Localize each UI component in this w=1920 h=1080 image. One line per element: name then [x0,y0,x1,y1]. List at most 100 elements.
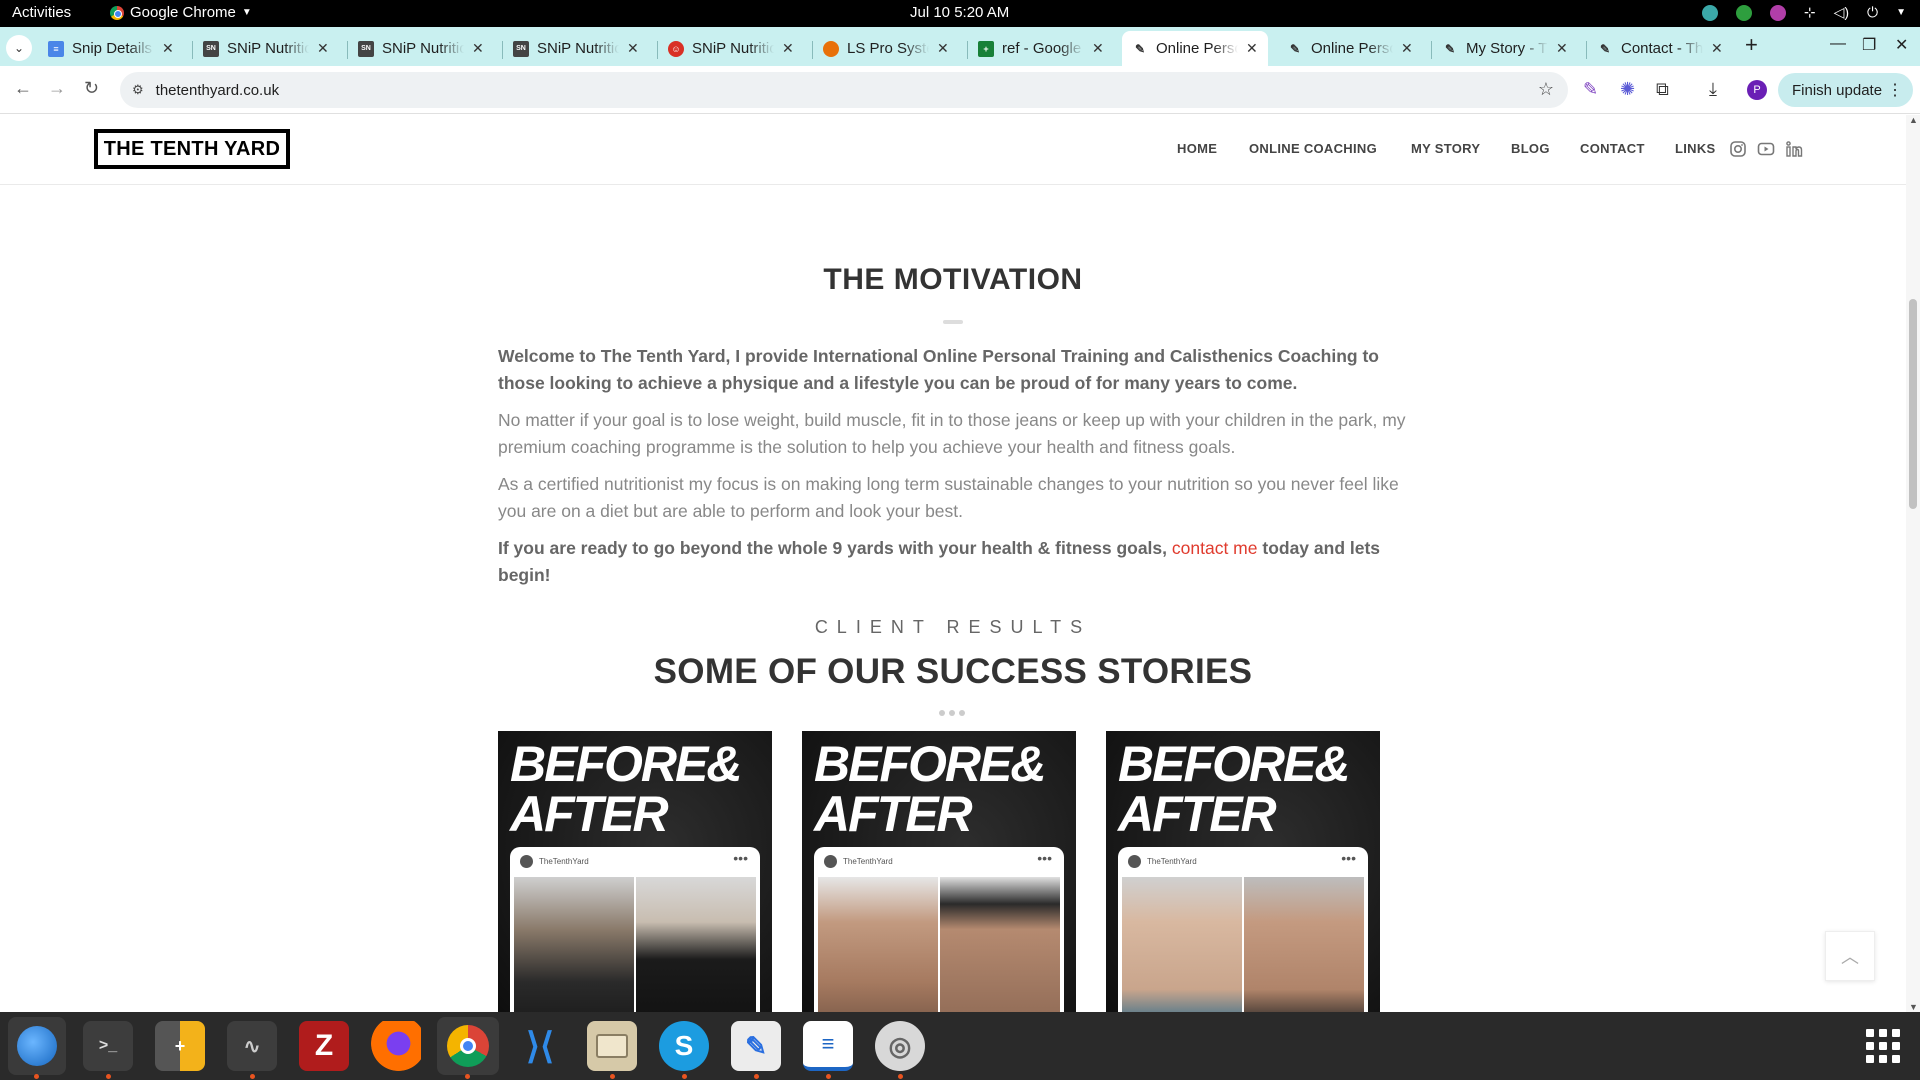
before-after-headline: BEFORE& AFTER [814,736,1046,842]
chrome-icon[interactable] [437,1017,499,1075]
tab-label: LS Pro System [847,40,929,57]
scrollbar-thumb[interactable] [1909,299,1917,509]
browser-tab[interactable]: ✎ Online Personal ✕ [1277,31,1423,66]
text-editor-icon[interactable]: ✎ [731,1021,781,1071]
nav-online-coaching[interactable]: ONLINE COACHING [1249,141,1377,156]
back-icon[interactable]: ← [14,78,32,99]
close-icon[interactable]: ✕ [472,40,484,57]
calculator-icon[interactable]: + [155,1021,205,1071]
filezilla-icon[interactable]: Z [299,1021,349,1071]
browser-tab[interactable]: + ref - Google Sheets ✕ [968,31,1114,66]
app-menu[interactable]: Google Chrome ▼ [110,4,252,21]
nav-links[interactable]: LINKS [1675,141,1716,156]
firefox-icon[interactable] [371,1021,421,1071]
browser-tab[interactable]: SN SNiP Nutrition ✕ [193,31,339,66]
browser-tab[interactable]: SN SNiP Nutrition ✕ [348,31,494,66]
finish-update-button[interactable]: Finish update ⋮ [1778,73,1913,107]
before-photo [818,877,938,1012]
nav-my-story[interactable]: MY STORY [1411,141,1480,156]
close-icon[interactable]: ✕ [317,40,329,57]
success-story-card[interactable]: BEFORE& AFTER TheTenthYard ••• [1106,731,1380,1012]
extensions-puzzle-icon[interactable]: ⧉ [1656,79,1669,100]
profile-avatar[interactable]: P [1747,80,1767,100]
vscode-icon[interactable]: ⟩⟨ [515,1021,565,1071]
tab-label: SNiP Nutrition [227,40,309,57]
browser-tab[interactable]: ✎ My Story - The ✕ [1432,31,1578,66]
extension-gear-icon[interactable]: ✺ [1620,79,1635,100]
reload-icon[interactable]: ↻ [84,78,99,99]
system-tray[interactable]: ⊹ ◁) ⏻ ▼ [1701,4,1906,21]
show-applications-icon[interactable] [1866,1029,1900,1063]
close-icon[interactable]: ✕ [162,40,174,57]
finish-update-label: Finish update [1792,81,1883,99]
scroll-up-arrow-icon[interactable]: ▲ [1909,115,1918,125]
nav-home[interactable]: HOME [1177,141,1217,156]
close-icon[interactable]: ✕ [1092,40,1104,57]
writer-document-icon[interactable]: ≡ [803,1021,853,1071]
tab-label: ref - Google Sheets [1002,40,1084,57]
browser-tab[interactable]: ≡ Snip Details ✕ [38,31,184,66]
close-icon[interactable]: ✕ [782,40,794,57]
network-icon[interactable]: ⊹ [1804,4,1816,21]
power-icon[interactable]: ⏻ [1867,4,1878,21]
browser-tab[interactable]: LS Pro System ✕ [813,31,959,66]
url-text[interactable]: thetenthyard.co.uk [156,82,279,99]
page-scrollbar[interactable]: ▲ ▼ [1906,115,1920,1012]
restore-icon[interactable]: ❐ [1862,35,1876,55]
browser-tab-active[interactable]: ✎ Online Personal ✕ [1122,31,1268,66]
tab-label: Online Personal [1311,40,1393,57]
close-icon[interactable]: ✕ [1556,40,1568,57]
nav-blog[interactable]: BLOG [1511,141,1550,156]
close-icon[interactable]: ✕ [1246,40,1258,57]
post-mockup: TheTenthYard ••• [814,847,1064,1012]
chevron-down-icon[interactable]: ▼ [1896,7,1906,18]
tray-app-icon[interactable] [1769,4,1786,21]
linkedin-icon[interactable] [1785,140,1803,158]
tab-label: Snip Details [72,40,153,57]
avatar [1128,855,1141,868]
download-icon[interactable]: ⤓ [1709,79,1717,100]
volume-icon[interactable]: ◁) [1834,4,1849,21]
site-logo[interactable]: THE TENTH YARD [94,129,290,169]
site-info-icon[interactable]: ⚙ [132,82,144,98]
forward-icon[interactable]: → [48,78,66,99]
address-bar[interactable]: ⚙ thetenthyard.co.uk ☆ [120,72,1568,108]
files-icon[interactable] [587,1021,637,1071]
nav-contact[interactable]: CONTACT [1580,141,1645,156]
scroll-to-top-button[interactable]: ︿ [1825,931,1875,981]
close-window-icon[interactable]: ✕ [1895,35,1908,55]
contact-me-link[interactable]: contact me [1172,538,1258,558]
success-story-card[interactable]: BEFORE& AFTER TheTenthYard ••• [498,731,772,1012]
extension-pen-icon[interactable]: ✎ [1583,79,1598,100]
title-dots-divider [939,710,965,716]
terminal-icon[interactable]: >_ [83,1021,133,1071]
browser-tab[interactable]: SN SNiP Nutrition ✕ [503,31,649,66]
activities-button[interactable]: Activities [12,4,71,21]
close-icon[interactable]: ✕ [937,40,949,57]
close-icon[interactable]: ✕ [1401,40,1413,57]
close-icon[interactable]: ✕ [627,40,639,57]
menu-kebab-icon[interactable]: ⋮ [1887,80,1903,100]
tray-app-icon[interactable] [1701,4,1718,21]
youtube-icon[interactable] [1757,140,1775,158]
caret-down-icon: ▼ [241,7,252,18]
clock[interactable]: Jul 10 5:20 AM [910,4,1009,21]
skype-icon[interactable]: S [659,1021,709,1071]
tab-label: Online Personal [1156,40,1238,57]
snip-icon: SN [358,40,374,57]
browser-tab[interactable]: ✎ Contact - The ✕ [1587,31,1733,66]
instagram-icon[interactable] [1729,140,1747,158]
disk-utility-icon[interactable]: ◎ [875,1021,925,1071]
scroll-down-arrow-icon[interactable]: ▼ [1909,1002,1918,1012]
thunderbird-icon[interactable] [8,1017,66,1075]
new-tab-button[interactable]: + [1745,32,1758,58]
minimize-icon[interactable]: — [1830,35,1846,53]
tab-search-button[interactable]: ⌄ [6,35,32,61]
bookmark-star-icon[interactable]: ☆ [1538,79,1554,100]
browser-tab[interactable]: ☺ SNiP Nutrition ✕ [658,31,804,66]
close-icon[interactable]: ✕ [1711,40,1723,57]
tray-app-icon[interactable] [1735,4,1752,21]
success-story-card[interactable]: BEFORE& AFTER TheTenthYard ••• [802,731,1076,1012]
system-monitor-icon[interactable]: ∿ [227,1021,277,1071]
post-mockup: TheTenthYard ••• [510,847,760,1012]
